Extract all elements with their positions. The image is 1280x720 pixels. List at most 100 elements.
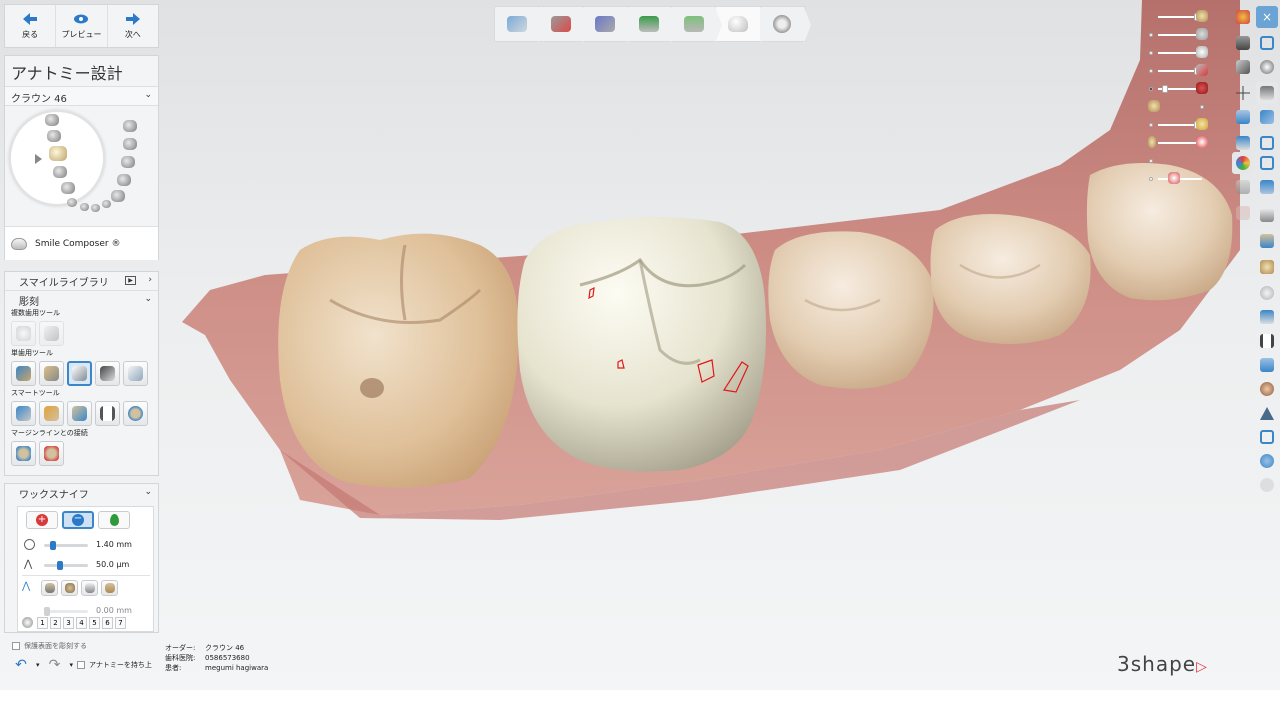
tooth-icon[interactable]	[45, 114, 59, 126]
add-material-button[interactable]: +	[26, 511, 58, 529]
opacity-row[interactable]	[1144, 118, 1228, 132]
cross-section-icon[interactable]	[1232, 106, 1254, 128]
insertion-direction-icon[interactable]	[628, 7, 679, 43]
view-icon[interactable]	[1232, 56, 1254, 78]
tooth-icon[interactable]	[47, 130, 61, 142]
keep-anatomy-checkbox[interactable]	[77, 661, 86, 669]
play-icon[interactable]: ▶	[125, 276, 136, 285]
frame-icon[interactable]	[1256, 106, 1278, 128]
undo-button[interactable]: ↶	[10, 656, 32, 674]
cement-gap-icon[interactable]	[672, 7, 723, 43]
crown-select[interactable]: クラウン 46 ⌄	[5, 86, 158, 106]
offset-slider[interactable]	[44, 607, 88, 616]
clipping-icon[interactable]	[1232, 132, 1254, 154]
opacity-row[interactable]	[1144, 64, 1228, 78]
smile-composer-row[interactable]: Smile Composer ®	[5, 226, 158, 260]
dental-scene[interactable]	[0, 0, 1280, 690]
smooth-tool-button[interactable]	[95, 360, 120, 386]
wax-knife-tool-button[interactable]	[67, 360, 92, 386]
smart-contact-tool-button[interactable]	[39, 400, 64, 426]
section-view-icon[interactable]	[1256, 330, 1278, 352]
shape-pointed-button[interactable]	[81, 580, 98, 596]
preset-button-1[interactable]: 1	[37, 617, 48, 629]
margin-connect-button[interactable]	[11, 440, 36, 466]
smooth-material-button[interactable]	[98, 511, 130, 529]
preset-button-3[interactable]: 3	[63, 617, 74, 629]
color-icon[interactable]	[1232, 6, 1254, 28]
shape-round-button[interactable]	[61, 580, 78, 596]
sphere-icon[interactable]	[1256, 56, 1278, 78]
protect-surface-row[interactable]: 保護表面を彫刻する	[12, 641, 87, 651]
sculpt-header[interactable]: 彫刻 ⌄	[5, 290, 158, 308]
tooth-icon[interactable]	[61, 182, 75, 194]
3d-viewport[interactable]	[0, 0, 1280, 690]
margin-line-icon[interactable]	[584, 7, 635, 43]
multi-scale-tool-button[interactable]	[11, 320, 36, 346]
opacity-row[interactable]	[1144, 28, 1228, 42]
anatomy-design-icon[interactable]	[716, 7, 768, 43]
caution-icon[interactable]	[1256, 402, 1278, 424]
offset-slider-knob[interactable]	[44, 607, 50, 616]
opacity-row[interactable]	[1144, 136, 1228, 150]
tooth-icon[interactable]	[123, 120, 137, 132]
library-icon[interactable]	[1256, 354, 1278, 376]
chat-icon[interactable]	[1256, 450, 1278, 472]
preset-button-2[interactable]: 2	[50, 617, 61, 629]
jaw-icon[interactable]	[1256, 82, 1278, 104]
redo-button[interactable]: ↷	[44, 656, 66, 674]
tooth-icon[interactable]	[123, 138, 137, 150]
multi-move-tool-button[interactable]	[39, 320, 64, 346]
margin-adapt-button[interactable]	[39, 440, 64, 466]
preset-button-7[interactable]: 7	[115, 617, 126, 629]
occlusion-tool-icon[interactable]	[1256, 282, 1278, 304]
back-button[interactable]: 戻る	[5, 5, 57, 47]
smart-section-tool-button[interactable]	[95, 400, 120, 426]
tooth-icon[interactable]	[121, 156, 135, 168]
monitor-icon[interactable]	[1256, 152, 1278, 174]
shape-flat-button[interactable]	[41, 580, 58, 596]
shape-wide-button[interactable]	[101, 580, 118, 596]
preview-button[interactable]: プレビュー	[56, 5, 108, 47]
smart-fissure-tool-button[interactable]	[67, 400, 92, 426]
fullscreen-icon[interactable]	[1256, 32, 1278, 54]
margin-tool-icon[interactable]	[1256, 230, 1278, 252]
tooth-icon[interactable]	[117, 174, 131, 186]
preset-button-5[interactable]: 5	[89, 617, 100, 629]
remove-material-button[interactable]: −	[62, 511, 94, 529]
height-slider[interactable]	[44, 561, 88, 570]
tooth-icon[interactable]	[91, 204, 100, 212]
color-map-icon[interactable]	[1232, 152, 1254, 174]
trim-icon[interactable]	[539, 7, 590, 43]
tooth-chart[interactable]	[5, 106, 158, 226]
axis-icon[interactable]	[1232, 82, 1254, 104]
tooth-tool-icon[interactable]	[1256, 204, 1278, 226]
tooth-icon[interactable]	[111, 190, 125, 202]
wax-knife-header[interactable]: ワックスナイフ ⌄	[5, 484, 158, 502]
opacity-row[interactable]	[1144, 82, 1228, 96]
radius-slider[interactable]	[44, 541, 88, 550]
layer-icon[interactable]	[1232, 202, 1254, 224]
morph-tool-button[interactable]	[39, 360, 64, 386]
selected-tooth-icon[interactable]	[49, 146, 67, 161]
tooth-icon[interactable]	[80, 203, 89, 211]
box-icon[interactable]	[1256, 132, 1278, 154]
crown-shape-tool-button[interactable]	[123, 360, 148, 386]
opacity-row[interactable]	[1144, 100, 1228, 114]
measure-tool-icon[interactable]	[1256, 306, 1278, 328]
redo-dropdown-icon[interactable]: ▾	[70, 661, 74, 669]
preset-button-4[interactable]: 4	[76, 617, 87, 629]
comment-icon[interactable]	[1256, 474, 1278, 496]
texture-icon[interactable]	[1256, 176, 1278, 198]
smart-wall-tool-button[interactable]	[123, 400, 148, 426]
next-button[interactable]: 次へ	[108, 5, 158, 47]
opacity-row[interactable]	[1144, 10, 1228, 24]
radius-slider-knob[interactable]	[50, 541, 56, 550]
download-icon[interactable]	[1256, 426, 1278, 448]
smart-cusp-tool-button[interactable]	[11, 400, 36, 426]
undo-dropdown-icon[interactable]: ▾	[36, 661, 40, 669]
height-slider-knob[interactable]	[57, 561, 63, 570]
scan-prep-icon[interactable]	[495, 7, 546, 43]
opacity-row[interactable]	[1144, 46, 1228, 60]
opacity-row[interactable]	[1144, 154, 1228, 168]
cube-icon[interactable]	[1232, 176, 1254, 198]
